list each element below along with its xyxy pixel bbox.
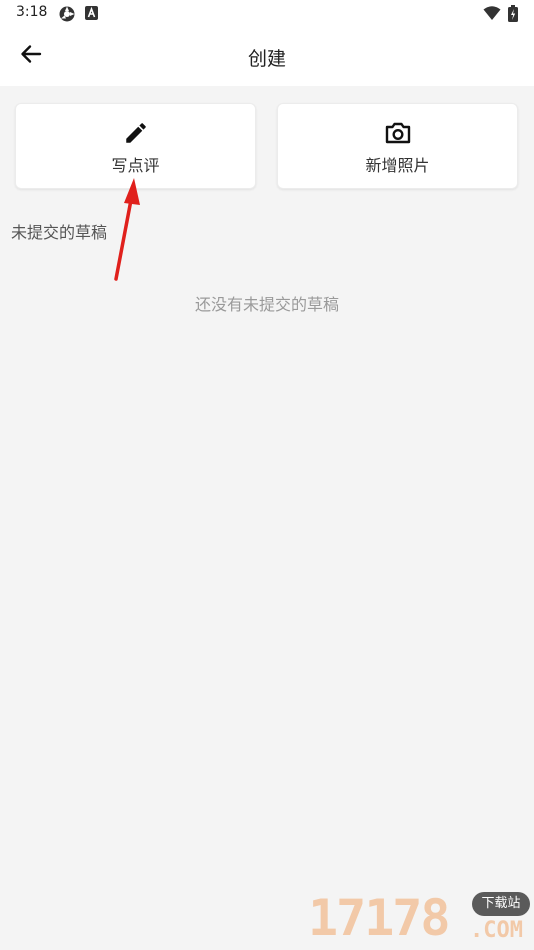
write-review-button[interactable]: 写点评 <box>15 103 256 189</box>
add-photo-button[interactable]: 新增照片 <box>277 103 518 189</box>
settings-icon <box>58 5 76 27</box>
app-bar: 创建 <box>0 26 534 86</box>
app-notification-icon <box>85 5 99 25</box>
watermark-number: 17178 <box>308 889 451 947</box>
battery-icon <box>508 5 518 26</box>
wifi-icon <box>483 5 501 25</box>
drafts-empty-message: 还没有未提交的草稿 <box>194 295 339 314</box>
write-review-label: 写点评 <box>111 156 160 175</box>
camera-icon <box>384 120 412 150</box>
add-photo-label: 新增照片 <box>365 156 430 175</box>
status-time: 3:18 <box>16 4 48 20</box>
drafts-section-title: 未提交的草稿 <box>11 223 108 242</box>
status-bar: 3:18 <box>0 0 534 26</box>
pencil-icon <box>123 120 149 150</box>
page-title: 创建 <box>247 48 286 70</box>
watermark-badge: 下载站 <box>472 892 530 916</box>
watermark-suffix: .COM <box>470 918 523 943</box>
